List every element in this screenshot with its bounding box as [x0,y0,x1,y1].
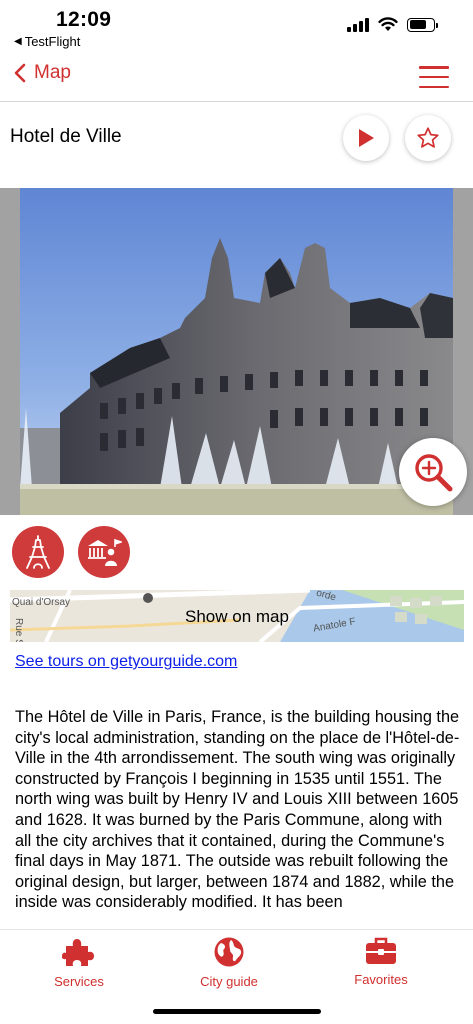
back-to-app-button[interactable]: ◀ TestFlight [14,34,80,49]
category-landmark-badge[interactable] [12,526,64,578]
hotel-de-ville-photo[interactable] [20,188,453,515]
tab-favorites[interactable]: Favorites [321,936,441,987]
category-guide-badge[interactable] [78,526,130,578]
tours-link[interactable]: See tours on getyourguide.com [15,653,237,671]
play-audio-button[interactable] [343,115,389,161]
cellular-signal-icon [347,17,369,32]
guide-museum-icon [88,538,122,566]
tab-services[interactable]: Services [19,936,139,989]
back-triangle-icon: ◀ [14,36,22,47]
tab-label: Favorites [354,972,408,987]
chevron-left-icon [14,63,26,83]
puzzle-icon [62,939,94,966]
play-icon [359,129,374,147]
zoom-photo-button[interactable] [399,438,467,506]
home-indicator [153,1009,321,1014]
status-icons [347,17,438,32]
show-on-map-label: Show on map [185,607,289,626]
back-to-map-button[interactable]: Map [14,62,71,84]
favorite-button[interactable] [405,115,451,161]
tab-label: Services [54,974,104,989]
map-preview[interactable]: Quai d'Orsay Rue S Anatole F orde Show o… [10,590,464,642]
battery-icon [407,17,438,32]
globe-icon [214,937,244,967]
tab-label: City guide [200,974,258,989]
zoom-in-icon [415,454,453,492]
page-title: Hotel de Ville [10,126,122,147]
status-bar: 12:09 ◀ TestFlight [0,0,473,52]
star-icon [417,127,439,148]
navigation-bar: Map [0,52,473,102]
place-description: The Hôtel de Ville in Paris, France, is … [15,708,460,912]
place-header: Hotel de Ville [0,103,473,173]
hamburger-icon[interactable] [419,66,449,88]
status-time: 12:09 [56,8,112,31]
briefcase-icon [366,937,396,964]
back-app-label: TestFlight [24,34,81,49]
back-label: Map [34,62,71,83]
eiffel-tower-icon [26,535,50,569]
tab-city-guide[interactable]: City guide [169,936,289,989]
wifi-icon [378,17,398,31]
